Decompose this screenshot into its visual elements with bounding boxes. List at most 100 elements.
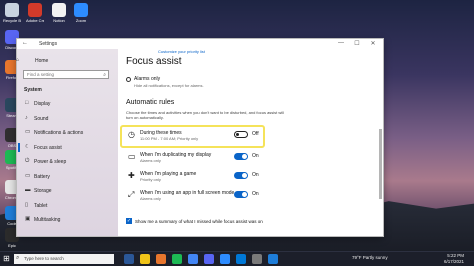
sidebar-item-sound[interactable]: ♪ Sound	[17, 112, 118, 125]
sidebar-item-icon: □	[25, 100, 29, 106]
taskbar-app-icon[interactable]	[252, 254, 262, 264]
sidebar-item-label: Tablet	[34, 202, 48, 209]
automatic-rule[interactable]: ◷ During these times 11:00 PM - 7:00 AM; P…	[126, 128, 261, 146]
desktop-icon-label: Zoom	[75, 18, 87, 23]
desktop-icon-label: Notion	[53, 18, 65, 23]
rule-toggle[interactable]	[234, 191, 248, 198]
rule-icon: ✚	[128, 171, 135, 180]
search-placeholder: Find a setting	[27, 72, 55, 77]
taskbar-app-icon[interactable]	[188, 254, 198, 264]
app-icon	[74, 3, 88, 17]
sidebar-item-label: Storage	[34, 188, 52, 194]
sidebar-item-display[interactable]: □ Display	[17, 97, 118, 110]
start-windows-icon[interactable]: ⊞	[3, 254, 10, 263]
sidebar-item-icon: ▭	[25, 129, 31, 135]
rule-icon: ⤢	[128, 190, 135, 199]
rule-toggle[interactable]	[234, 131, 248, 138]
summary-checkbox[interactable]: ✓	[126, 218, 132, 224]
desktop-icon[interactable]: Adobe Creative	[26, 3, 44, 23]
desktop-icon-label: Epic	[8, 243, 16, 248]
search-icon: ⌕	[16, 255, 20, 261]
taskbar-app-icon[interactable]	[220, 254, 230, 264]
sidebar-item-multitasking[interactable]: ▣ Multitasking	[17, 213, 118, 226]
automatic-rule[interactable]: ⤢ When I'm using an app in full screen mo…	[126, 188, 261, 206]
sidebar-item-storage[interactable]: ▬ Storage	[17, 184, 118, 197]
sidebar-item-icon: ▭	[25, 172, 31, 179]
sidebar-item-battery[interactable]: ▭ Battery	[17, 170, 118, 183]
rule-toggle-state: On	[252, 172, 259, 178]
sidebar-item-label: Notifications & actions	[34, 130, 84, 136]
rule-icon: ◷	[128, 130, 135, 139]
sidebar-item-power-sleep[interactable]: ⏻ Power & sleep	[17, 155, 118, 168]
taskbar-app-icon[interactable]	[156, 254, 166, 264]
desktop-icon[interactable]: Notion	[50, 3, 68, 23]
focus-assist-pane: Customize your priority list Focus assis…	[118, 49, 383, 236]
app-icon	[5, 3, 19, 17]
alarms-only-radio[interactable]	[126, 77, 131, 82]
clock[interactable]: 5:22 PM 6/17/2021	[444, 253, 464, 264]
sidebar-item-label: Battery	[34, 173, 50, 180]
automatic-rules-heading: Automatic rules	[126, 99, 175, 106]
scrollbar[interactable]	[379, 129, 382, 199]
desktop-icon[interactable]: Zoom	[72, 3, 90, 23]
automatic-rules-desc: Choose the times and activities when you…	[126, 110, 284, 120]
app-icon	[28, 3, 42, 17]
taskbar-app-icon[interactable]	[204, 254, 214, 264]
weather-status[interactable]: 79°F Partly sunny	[352, 255, 388, 260]
taskbar-app-icon[interactable]	[140, 254, 150, 264]
rule-toggle-state: On	[252, 191, 259, 197]
sidebar-item-icon: ♪	[25, 114, 28, 121]
sidebar-home[interactable]: Home	[35, 58, 48, 64]
clock-time: 5:22 PM	[447, 253, 464, 258]
taskbar-search-placeholder: Type here to search	[24, 256, 64, 261]
taskbar-search-input[interactable]: ⌕ Type here to search	[14, 254, 114, 264]
sidebar-item-label: Multitasking	[34, 217, 61, 223]
priority-list-link[interactable]: Customize your priority list	[158, 49, 205, 54]
app-icon	[52, 3, 66, 17]
minimize-icon[interactable]: —	[335, 40, 347, 46]
taskbar-app-icon[interactable]	[268, 254, 278, 264]
clock-date: 6/17/2021	[443, 258, 464, 264]
search-icon: ⌕	[103, 72, 106, 78]
sidebar-item-icon: ▯	[25, 201, 29, 208]
taskbar-app-icon[interactable]	[236, 254, 246, 264]
sidebar-item-notifications-actions[interactable]: ▭ Notifications & actions	[17, 126, 118, 139]
alarms-only-label: Alarms only	[134, 76, 161, 82]
rule-toggle[interactable]	[234, 172, 248, 179]
desktop-icon-label: Recycle Bin	[3, 18, 21, 23]
home-icon: ⌂	[16, 57, 20, 63]
rule-subtitle: 11:00 PM - 7:00 AM; Priority only	[140, 136, 199, 141]
summary-checkbox-label: Show me a summary of what I missed while…	[135, 219, 263, 224]
title-bar[interactable]: ← Settings — ☐ ✕	[17, 39, 383, 49]
rule-subtitle: Alarms only	[140, 158, 161, 163]
taskbar-app-icon[interactable]	[172, 254, 182, 264]
sidebar-item-label: Power & sleep	[34, 159, 67, 165]
sidebar-item-tablet[interactable]: ▯ Tablet	[17, 199, 118, 212]
sidebar-item-focus-assist[interactable]: ☾ Focus assist	[17, 141, 118, 154]
close-icon[interactable]: ✕	[367, 40, 379, 47]
settings-window: ← Settings — ☐ ✕ ⌂ Home Find a setting ⌕…	[16, 39, 383, 236]
rule-toggle-state: Off	[252, 131, 259, 137]
automatic-rule[interactable]: ▭ When I'm duplicating my display Alarms o…	[126, 150, 261, 168]
rule-toggle-state: On	[252, 153, 259, 159]
alarms-only-desc: Hide all notifications, except for alarm…	[134, 83, 204, 88]
taskbar-app-icon[interactable]	[124, 254, 134, 264]
back-arrow-icon[interactable]: ←	[22, 40, 28, 46]
rule-subtitle: Alarms only	[140, 196, 161, 201]
sidebar-item-label: Sound	[34, 115, 49, 122]
sidebar-item-icon: ▣	[25, 216, 31, 222]
rule-toggle[interactable]	[234, 153, 248, 160]
sidebar: ⌂ Home Find a setting ⌕ System □ Display ♪…	[16, 49, 118, 236]
window-title: Settings	[39, 41, 58, 47]
sidebar-item-icon: ▬	[25, 187, 31, 193]
sidebar-item-icon: ☾	[25, 143, 30, 150]
desktop-icon[interactable]: Recycle Bin	[3, 3, 21, 23]
desktop-icon-label: Adobe Creative	[26, 18, 44, 23]
sidebar-item-label: Display	[34, 101, 51, 107]
maximize-icon[interactable]: ☐	[351, 40, 363, 47]
settings-search-input[interactable]: Find a setting ⌕	[23, 70, 109, 79]
sidebar-section-title: System	[24, 87, 42, 93]
rule-subtitle: Priority only	[140, 177, 161, 182]
sidebar-item-icon: ⏻	[25, 158, 30, 164]
automatic-rule[interactable]: ✚ When I'm playing a game Priority only On	[126, 169, 261, 187]
